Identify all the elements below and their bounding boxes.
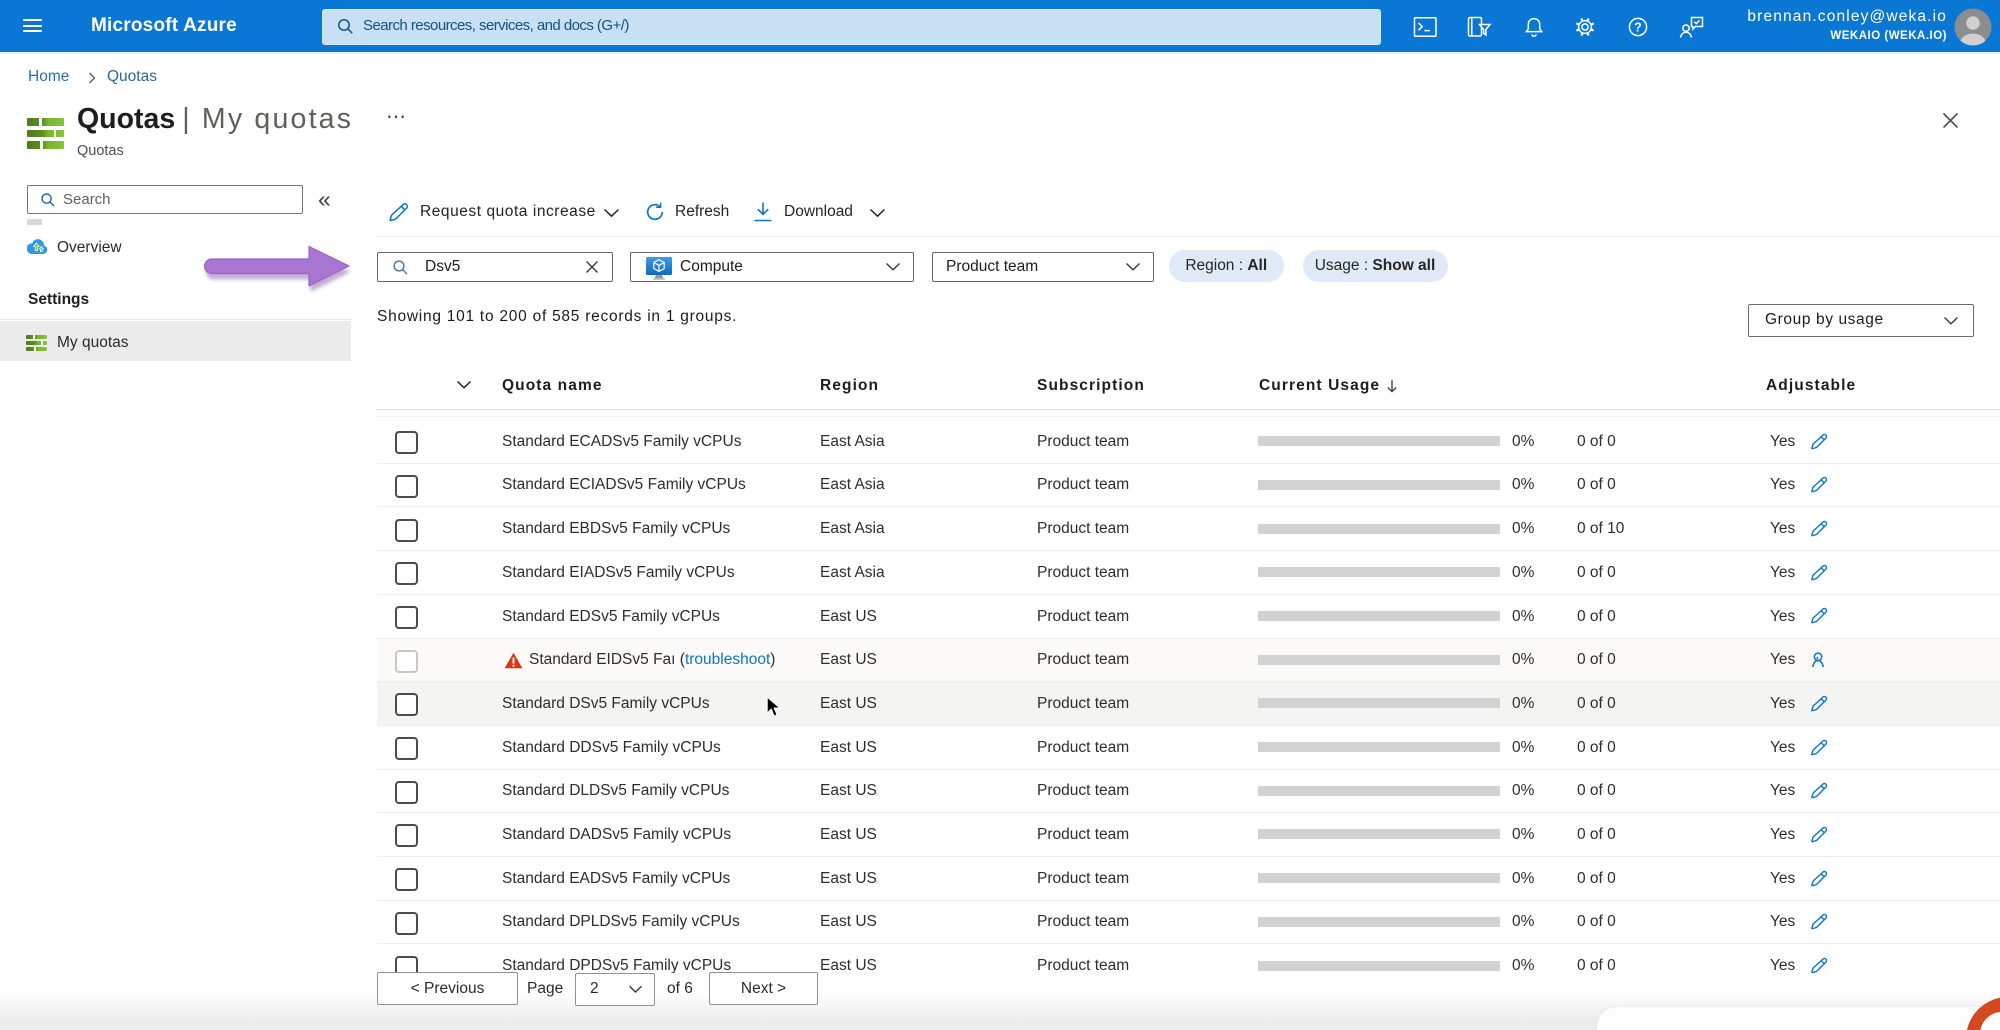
svg-text:?: ? xyxy=(1634,21,1642,35)
